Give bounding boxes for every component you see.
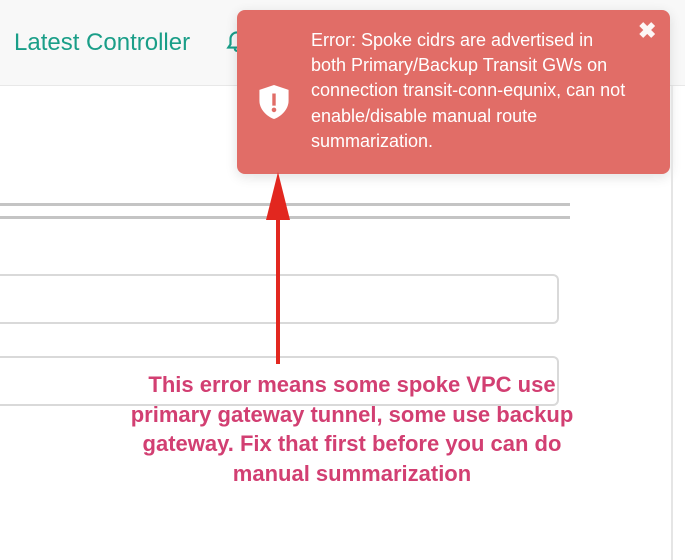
page-title: Latest Controller (14, 29, 190, 57)
content-area (0, 86, 673, 560)
close-icon[interactable]: ✖ (638, 22, 656, 40)
annotation-text: This error means some spoke VPC use prim… (122, 370, 582, 489)
annotation-arrow (248, 184, 308, 374)
